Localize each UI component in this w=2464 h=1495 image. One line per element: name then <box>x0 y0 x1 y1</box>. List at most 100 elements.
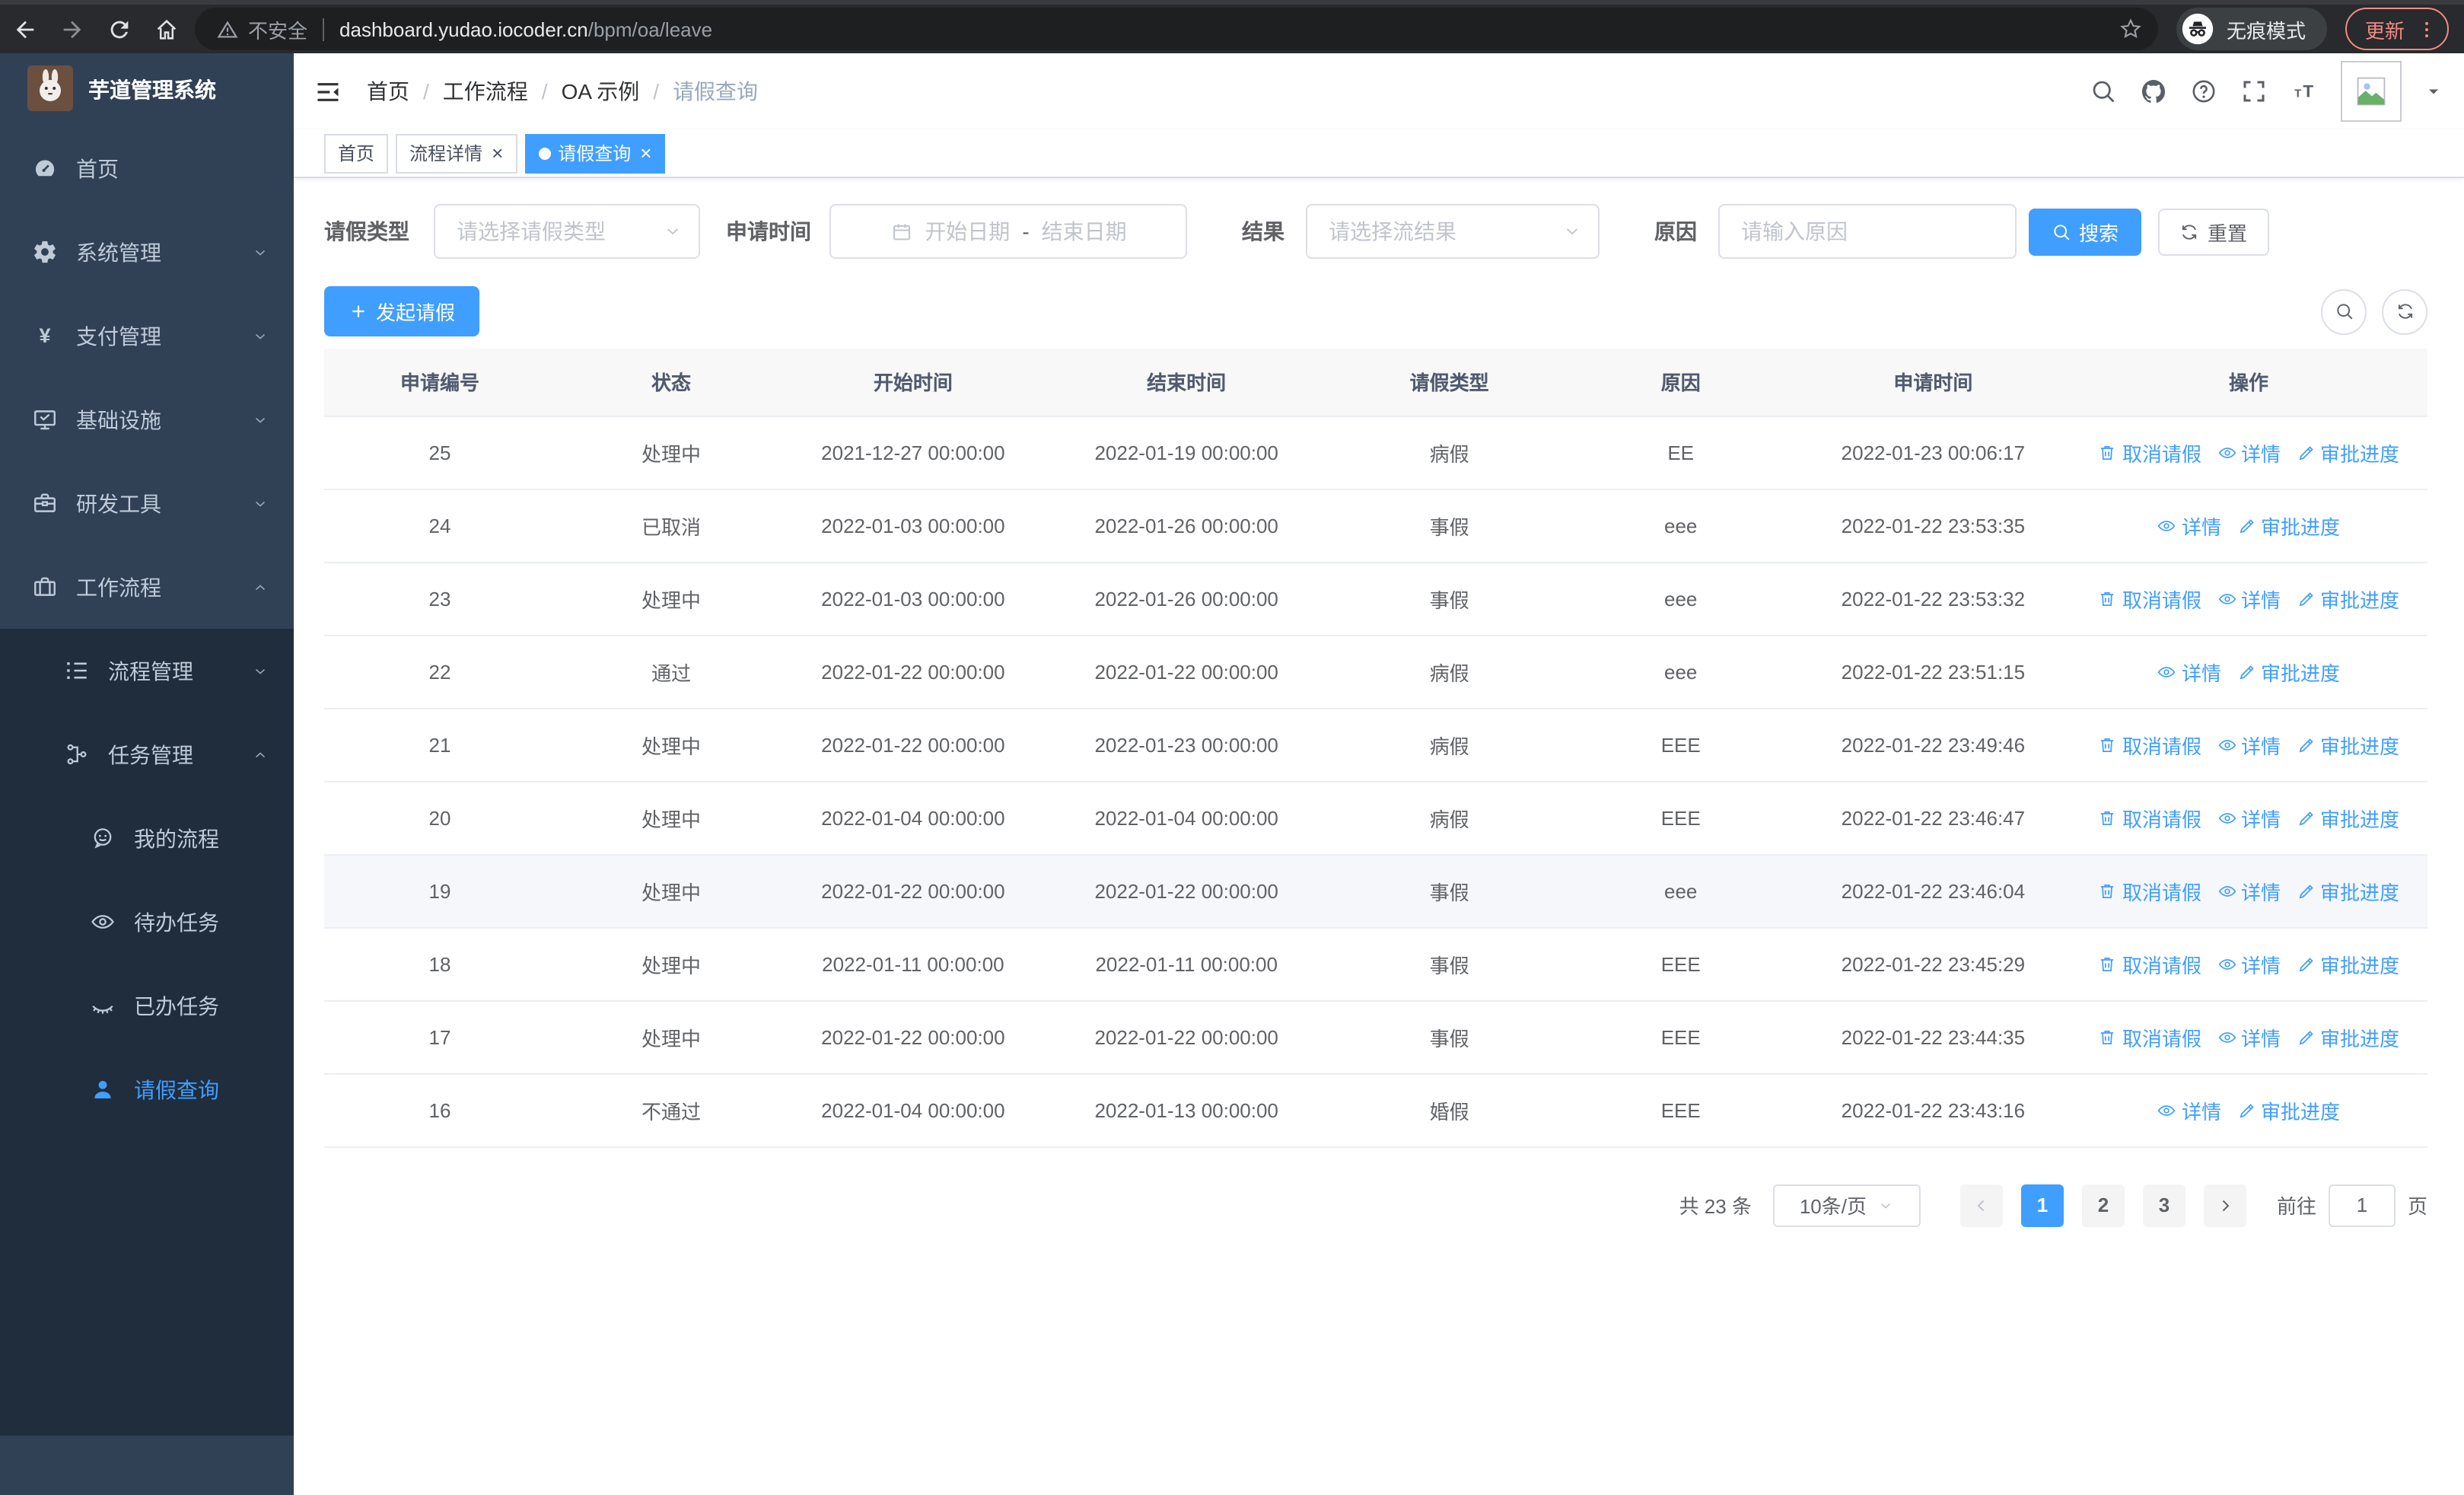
approval-progress-action-link[interactable]: 审批进度 <box>2296 730 2399 759</box>
cancel-leave-action-link[interactable]: 取消请假 <box>2098 584 2201 613</box>
sidebar-item-dev-tools[interactable]: 研发工具 <box>0 461 294 545</box>
approval-progress-action-link[interactable]: 审批进度 <box>2296 438 2399 467</box>
sidebar-item-done-tasks[interactable]: 已办任务 <box>0 964 294 1047</box>
avatar-caret-down-icon[interactable] <box>2424 82 2443 100</box>
pagination-total: 共 23 条 <box>1679 1195 1752 1218</box>
sidebar-item-todo-tasks[interactable]: 待办任务 <box>0 880 294 964</box>
next-page-button[interactable] <box>2203 1184 2246 1226</box>
approval-progress-action-link[interactable]: 审批进度 <box>2296 1022 2399 1051</box>
detail-action-link[interactable]: 详情 <box>2157 511 2221 540</box>
action-label: 详情 <box>2241 1027 2281 1050</box>
create-leave-button[interactable]: 发起请假 <box>324 286 480 336</box>
cancel-leave-action-link[interactable]: 取消请假 <box>2098 876 2201 905</box>
cell-status: 处理中 <box>556 927 788 1001</box>
search-icon[interactable] <box>2090 78 2117 105</box>
refresh-table-button[interactable] <box>2382 288 2427 334</box>
approval-progress-action-link[interactable]: 审批进度 <box>2296 876 2399 905</box>
toggle-search-button[interactable] <box>2321 288 2367 334</box>
action-label: 详情 <box>2181 661 2221 684</box>
bookmark-star-icon[interactable] <box>2119 17 2143 41</box>
cell-end: 2022-01-26 00:00:00 <box>1039 489 1334 563</box>
briefcase-icon <box>32 574 58 600</box>
sidebar-item-leave-query[interactable]: 请假查询 <box>0 1047 294 1131</box>
sidebar-toggle-icon[interactable] <box>314 77 342 106</box>
goto-page-input[interactable] <box>2328 1184 2396 1226</box>
sidebar-item-my-process[interactable]: 我的流程 <box>0 796 294 880</box>
update-button[interactable]: 更新 <box>2345 8 2449 50</box>
cancel-leave-action-link[interactable]: 取消请假 <box>2098 438 2201 467</box>
help-icon[interactable] <box>2190 78 2217 105</box>
tab-leave-query[interactable]: 请假查询 × <box>524 133 666 173</box>
sidebar-item-home[interactable]: 首页 <box>0 126 294 210</box>
detail-action-link[interactable]: 详情 <box>2217 730 2281 759</box>
breadcrumb-separator: / <box>423 79 429 104</box>
result-select[interactable]: 请选择流结果 <box>1306 204 1600 259</box>
approval-progress-action-link[interactable]: 审批进度 <box>2236 511 2340 540</box>
sidebar-item-task-management[interactable]: 任务管理 <box>0 712 294 796</box>
cancel-leave-action-link[interactable]: 取消请假 <box>2098 1022 2201 1051</box>
breadcrumb-separator: / <box>541 79 548 104</box>
svg-text:T: T <box>2303 82 2313 101</box>
page-button-3[interactable]: 3 <box>2142 1184 2185 1226</box>
fullscreen-icon[interactable] <box>2240 78 2268 105</box>
reason-input[interactable] <box>1720 219 2015 244</box>
page-button-1[interactable]: 1 <box>2020 1184 2064 1226</box>
detail-action-link[interactable]: 详情 <box>2217 584 2281 613</box>
reset-button[interactable]: 重置 <box>2158 208 2269 255</box>
apply-time-range[interactable]: 开始日期 - 结束日期 <box>829 204 1187 259</box>
breadcrumb-item[interactable]: OA 示例 <box>562 76 640 107</box>
forward-icon[interactable] <box>59 16 85 42</box>
breadcrumb-item[interactable]: 工作流程 <box>443 76 528 107</box>
detail-action-link[interactable]: 详情 <box>2217 438 2281 467</box>
tab-home[interactable]: 首页 <box>324 133 389 173</box>
search-button[interactable]: 搜索 <box>2029 208 2141 255</box>
page-size-select[interactable]: 10条/页 <box>1772 1184 1921 1226</box>
url-bar[interactable]: 不安全 dashboard.yudao.iocoder.cn/bpm/oa/le… <box>195 8 2158 50</box>
detail-action-link[interactable]: 详情 <box>2157 1095 2221 1124</box>
sidebar-item-infrastructure[interactable]: 基础设施 <box>0 378 294 461</box>
chevron-down-icon <box>251 327 269 345</box>
cell-reason: eee <box>1565 562 1797 636</box>
github-icon[interactable] <box>2140 78 2167 105</box>
cell-type: 病假 <box>1333 781 1565 855</box>
font-size-icon[interactable]: TT <box>2291 78 2318 105</box>
approval-progress-action-link[interactable]: 审批进度 <box>2296 584 2399 613</box>
breadcrumb-item[interactable]: 首页 <box>367 76 409 107</box>
approval-progress-action-link[interactable]: 审批进度 <box>2296 949 2399 978</box>
page-button-2[interactable]: 2 <box>2081 1184 2125 1226</box>
home-icon[interactable] <box>154 16 180 42</box>
eye-icon <box>2217 442 2236 462</box>
tab-process-detail[interactable]: 流程详情 × <box>396 133 517 173</box>
detail-action-link[interactable]: 详情 <box>2217 876 2281 905</box>
cell-reason: eee <box>1565 635 1797 709</box>
sidebar-item-process-management[interactable]: 流程管理 <box>0 629 294 712</box>
back-icon[interactable] <box>12 16 38 42</box>
detail-action-link[interactable]: 详情 <box>2217 1022 2281 1051</box>
eye-icon <box>2157 661 2177 681</box>
column-header: 开始时间 <box>787 349 1039 416</box>
table-header-row: 申请编号 状态 开始时间 结束时间 请假类型 原因 申请时间 操作 <box>324 349 2427 416</box>
detail-action-link[interactable]: 详情 <box>2217 949 2281 978</box>
leave-type-select[interactable]: 请选择请假类型 <box>434 204 700 259</box>
prev-page-button[interactable] <box>1959 1184 2003 1226</box>
trash-icon <box>2098 954 2118 974</box>
sidebar-item-system-management[interactable]: 系统管理 <box>0 210 294 294</box>
browser-menu-icon[interactable] <box>2415 18 2438 40</box>
table-row: 22 通过 2022-01-22 00:00:00 2022-01-22 00:00:… <box>324 635 2427 709</box>
security-warning-icon[interactable] <box>216 18 239 40</box>
close-icon[interactable]: × <box>640 143 651 163</box>
cell-start: 2022-01-22 00:00:00 <box>787 854 1039 928</box>
cancel-leave-action-link[interactable]: 取消请假 <box>2098 949 2201 978</box>
approval-progress-action-link[interactable]: 审批进度 <box>2296 803 2399 832</box>
reload-icon[interactable] <box>107 16 132 42</box>
user-avatar[interactable] <box>2341 61 2402 122</box>
detail-action-link[interactable]: 详情 <box>2217 803 2281 832</box>
cancel-leave-action-link[interactable]: 取消请假 <box>2098 803 2201 832</box>
cancel-leave-action-link[interactable]: 取消请假 <box>2098 730 2201 759</box>
approval-progress-action-link[interactable]: 审批进度 <box>2236 657 2340 686</box>
sidebar-item-payment-management[interactable]: ¥ 支付管理 <box>0 294 294 378</box>
detail-action-link[interactable]: 详情 <box>2157 657 2221 686</box>
approval-progress-action-link[interactable]: 审批进度 <box>2236 1095 2340 1124</box>
sidebar-item-workflow[interactable]: 工作流程 <box>0 545 294 629</box>
close-icon[interactable]: × <box>492 143 503 163</box>
